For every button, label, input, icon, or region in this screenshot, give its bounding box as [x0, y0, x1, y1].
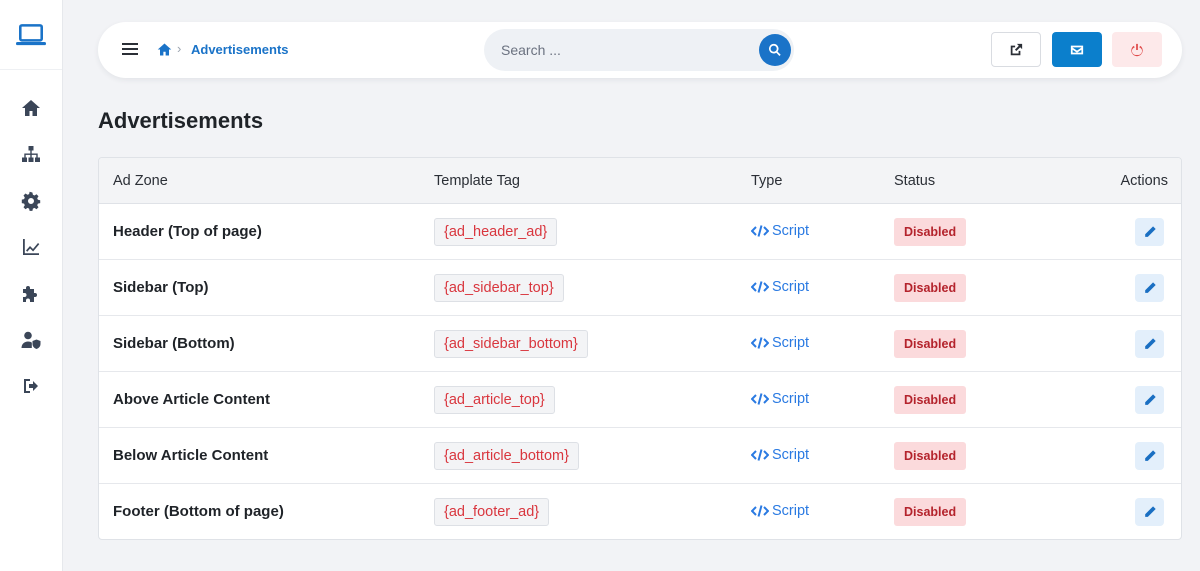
template-tag: {ad_article_bottom} — [434, 442, 579, 470]
template-tag: {ad_sidebar_bottom} — [434, 330, 588, 358]
table-header: Ad Zone Template Tag Type Status Actions — [99, 158, 1181, 204]
ad-zone-name: Below Article Content — [113, 447, 269, 464]
status-badge: Disabled — [894, 442, 967, 470]
status-badge: Disabled — [894, 498, 967, 526]
breadcrumb-separator: › — [177, 41, 182, 56]
laptop-icon — [16, 23, 46, 45]
sidebar-nav — [0, 70, 62, 413]
column-header-type: Type — [751, 173, 783, 189]
search-icon — [769, 43, 781, 56]
status-badge: Disabled — [894, 274, 967, 302]
messages-button[interactable] — [1052, 32, 1102, 67]
ad-zone-name: Sidebar (Bottom) — [113, 335, 235, 352]
search-button[interactable] — [759, 34, 791, 66]
menu-toggle-button[interactable] — [122, 40, 142, 60]
template-tag: {ad_sidebar_top} — [434, 274, 564, 302]
ad-zone-name: Above Article Content — [113, 391, 270, 408]
type-label: Script — [751, 503, 809, 519]
sidebar-item-users[interactable] — [11, 320, 51, 360]
search-input[interactable] — [484, 29, 754, 71]
pencil-icon — [1144, 450, 1156, 461]
breadcrumb-current: Advertisements — [191, 42, 289, 57]
type-label: Script — [751, 447, 809, 463]
table-row: Header (Top of page) {ad_header_ad} Script… — [99, 204, 1181, 260]
view-site-button[interactable] — [991, 32, 1041, 67]
pencil-icon — [1144, 282, 1156, 293]
user-shield-icon — [21, 331, 41, 349]
ad-zone-name: Header (Top of page) — [113, 223, 262, 240]
page-title: Advertisements — [98, 108, 264, 133]
sidebar — [0, 0, 63, 571]
pencil-icon — [1144, 506, 1156, 517]
power-icon — [1131, 43, 1143, 56]
table-row: Below Article Content {ad_article_bottom}… — [99, 428, 1181, 484]
table-row: Sidebar (Bottom) {ad_sidebar_bottom} Scrip… — [99, 316, 1181, 372]
template-tag: {ad_article_top} — [434, 386, 555, 414]
pencil-icon — [1144, 394, 1156, 405]
status-badge: Disabled — [894, 218, 967, 246]
topbar: › Advertisements — [98, 22, 1182, 78]
brand[interactable] — [0, 0, 62, 70]
puzzle-icon — [23, 285, 37, 302]
template-tag: {ad_footer_ad} — [434, 498, 550, 526]
breadcrumb-home-link[interactable] — [157, 42, 172, 57]
type-text: Script — [772, 391, 810, 407]
type-label: Script — [751, 223, 809, 239]
sidebar-item-settings[interactable] — [11, 181, 51, 221]
status-badge: Disabled — [894, 330, 967, 358]
type-text: Script — [772, 223, 810, 239]
search-box — [484, 29, 794, 71]
edit-button[interactable] — [1135, 498, 1164, 526]
edit-button[interactable] — [1135, 442, 1164, 470]
external-link-icon — [1010, 43, 1023, 55]
edit-button[interactable] — [1135, 330, 1164, 358]
template-tag: {ad_header_ad} — [434, 218, 558, 246]
sidebar-item-home[interactable] — [11, 88, 51, 128]
edit-button[interactable] — [1135, 274, 1164, 302]
edit-button[interactable] — [1135, 386, 1164, 414]
sidebar-item-sitemap[interactable] — [11, 134, 51, 174]
table-row: Above Article Content {ad_article_top} Scr… — [99, 372, 1181, 428]
table-row: Sidebar (Top) {ad_sidebar_top} Script Disab… — [99, 260, 1181, 316]
pencil-icon — [1144, 338, 1156, 349]
pencil-icon — [1144, 226, 1156, 237]
code-icon — [751, 505, 769, 517]
gear-icon — [21, 191, 41, 211]
code-icon — [751, 225, 769, 237]
type-text: Script — [772, 447, 810, 463]
logout-button[interactable] — [1112, 32, 1162, 67]
code-icon — [751, 337, 769, 349]
column-header-status: Status — [894, 173, 936, 189]
code-icon — [751, 393, 769, 405]
sitemap-icon — [22, 146, 40, 163]
sidebar-item-plugins[interactable] — [11, 274, 51, 314]
column-header-actions: Actions — [1120, 173, 1168, 189]
code-icon — [751, 449, 769, 461]
code-icon — [751, 281, 769, 293]
home-icon — [157, 43, 172, 56]
type-label: Script — [751, 279, 809, 295]
type-text: Script — [772, 335, 810, 351]
home-icon — [22, 100, 40, 116]
sidebar-item-analytics[interactable] — [11, 227, 51, 267]
column-header-tag: Template Tag — [434, 173, 520, 189]
type-text: Script — [772, 279, 810, 295]
table-row: Footer (Bottom of page) {ad_footer_ad} Scr… — [99, 484, 1181, 539]
edit-button[interactable] — [1135, 218, 1164, 246]
status-badge: Disabled — [894, 386, 967, 414]
chart-line-icon — [23, 239, 40, 256]
ad-zone-name: Footer (Bottom of page) — [113, 503, 284, 520]
table-body: Header (Top of page) {ad_header_ad} Script… — [99, 204, 1181, 539]
sidebar-item-logout[interactable] — [11, 366, 51, 406]
type-label: Script — [751, 391, 809, 407]
type-text: Script — [772, 503, 810, 519]
ad-zone-name: Sidebar (Top) — [113, 279, 209, 296]
column-header-zone: Ad Zone — [113, 173, 168, 189]
type-label: Script — [751, 335, 809, 351]
envelope-icon — [1070, 45, 1084, 54]
sign-out-icon — [24, 379, 38, 394]
ads-table: Ad Zone Template Tag Type Status Actions… — [98, 157, 1182, 540]
